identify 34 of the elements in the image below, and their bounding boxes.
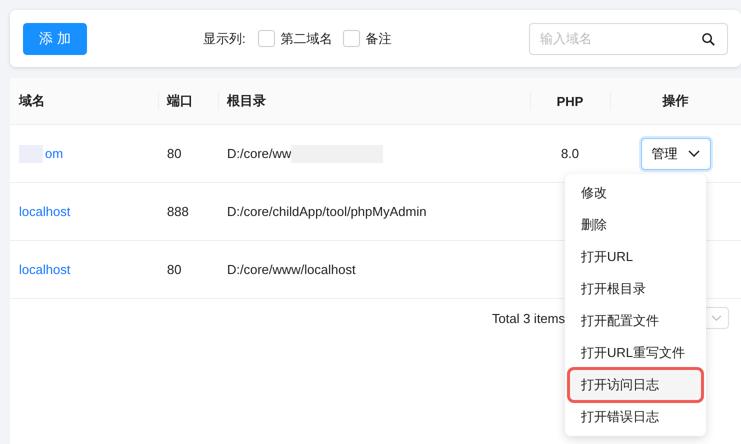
menu-item[interactable]: 打开配置文件 bbox=[569, 305, 702, 337]
column-header: 端口 bbox=[167, 92, 193, 110]
table-cell: 8.0 bbox=[560, 146, 580, 161]
table-cell: 888 bbox=[167, 204, 189, 219]
column-header: PHP bbox=[556, 94, 584, 108]
menu-item[interactable]: 打开访问日志 bbox=[569, 369, 702, 401]
menu-item[interactable]: 删除 bbox=[569, 209, 702, 241]
domain-link[interactable]: localhost bbox=[19, 204, 70, 219]
menu-item[interactable]: 打开根目录 bbox=[569, 273, 702, 305]
chevron-down-icon bbox=[688, 150, 700, 158]
column-header: 域名 bbox=[19, 92, 45, 110]
total-count: Total 3 items bbox=[492, 310, 565, 326]
search-icon[interactable] bbox=[701, 32, 716, 46]
menu-item[interactable]: 打开URL bbox=[569, 241, 702, 273]
table-cell: 80 bbox=[167, 146, 182, 161]
column-header: 操作 bbox=[662, 92, 688, 110]
menu-item[interactable]: 打开URL重写文件 bbox=[569, 337, 702, 369]
show-columns-label: 显示列: bbox=[203, 30, 246, 48]
domain-link[interactable]: localhost bbox=[19, 262, 70, 277]
domain-link[interactable]: om bbox=[45, 146, 64, 161]
search-field[interactable]: 输入域名 bbox=[529, 22, 728, 54]
checkbox-label: 第二域名 bbox=[280, 30, 333, 48]
menu-item[interactable]: 打开错误日志 bbox=[569, 401, 702, 433]
table-cell: D:/core/www/localhost bbox=[227, 262, 356, 277]
checkbox[interactable] bbox=[342, 30, 360, 47]
manage-dropdown-button[interactable]: 管理 bbox=[640, 138, 710, 170]
checkbox-label: 备注 bbox=[366, 30, 392, 48]
chevron-down-icon bbox=[711, 314, 722, 322]
table-cell: 80 bbox=[167, 262, 182, 277]
table-cell: D:/core/ww bbox=[227, 146, 292, 161]
checkbox[interactable] bbox=[258, 30, 275, 47]
table-cell: D:/core/childApp/tool/phpMyAdmin bbox=[227, 204, 426, 219]
menu-item[interactable]: 修改 bbox=[569, 177, 702, 209]
column-header: 根目录 bbox=[227, 92, 266, 110]
